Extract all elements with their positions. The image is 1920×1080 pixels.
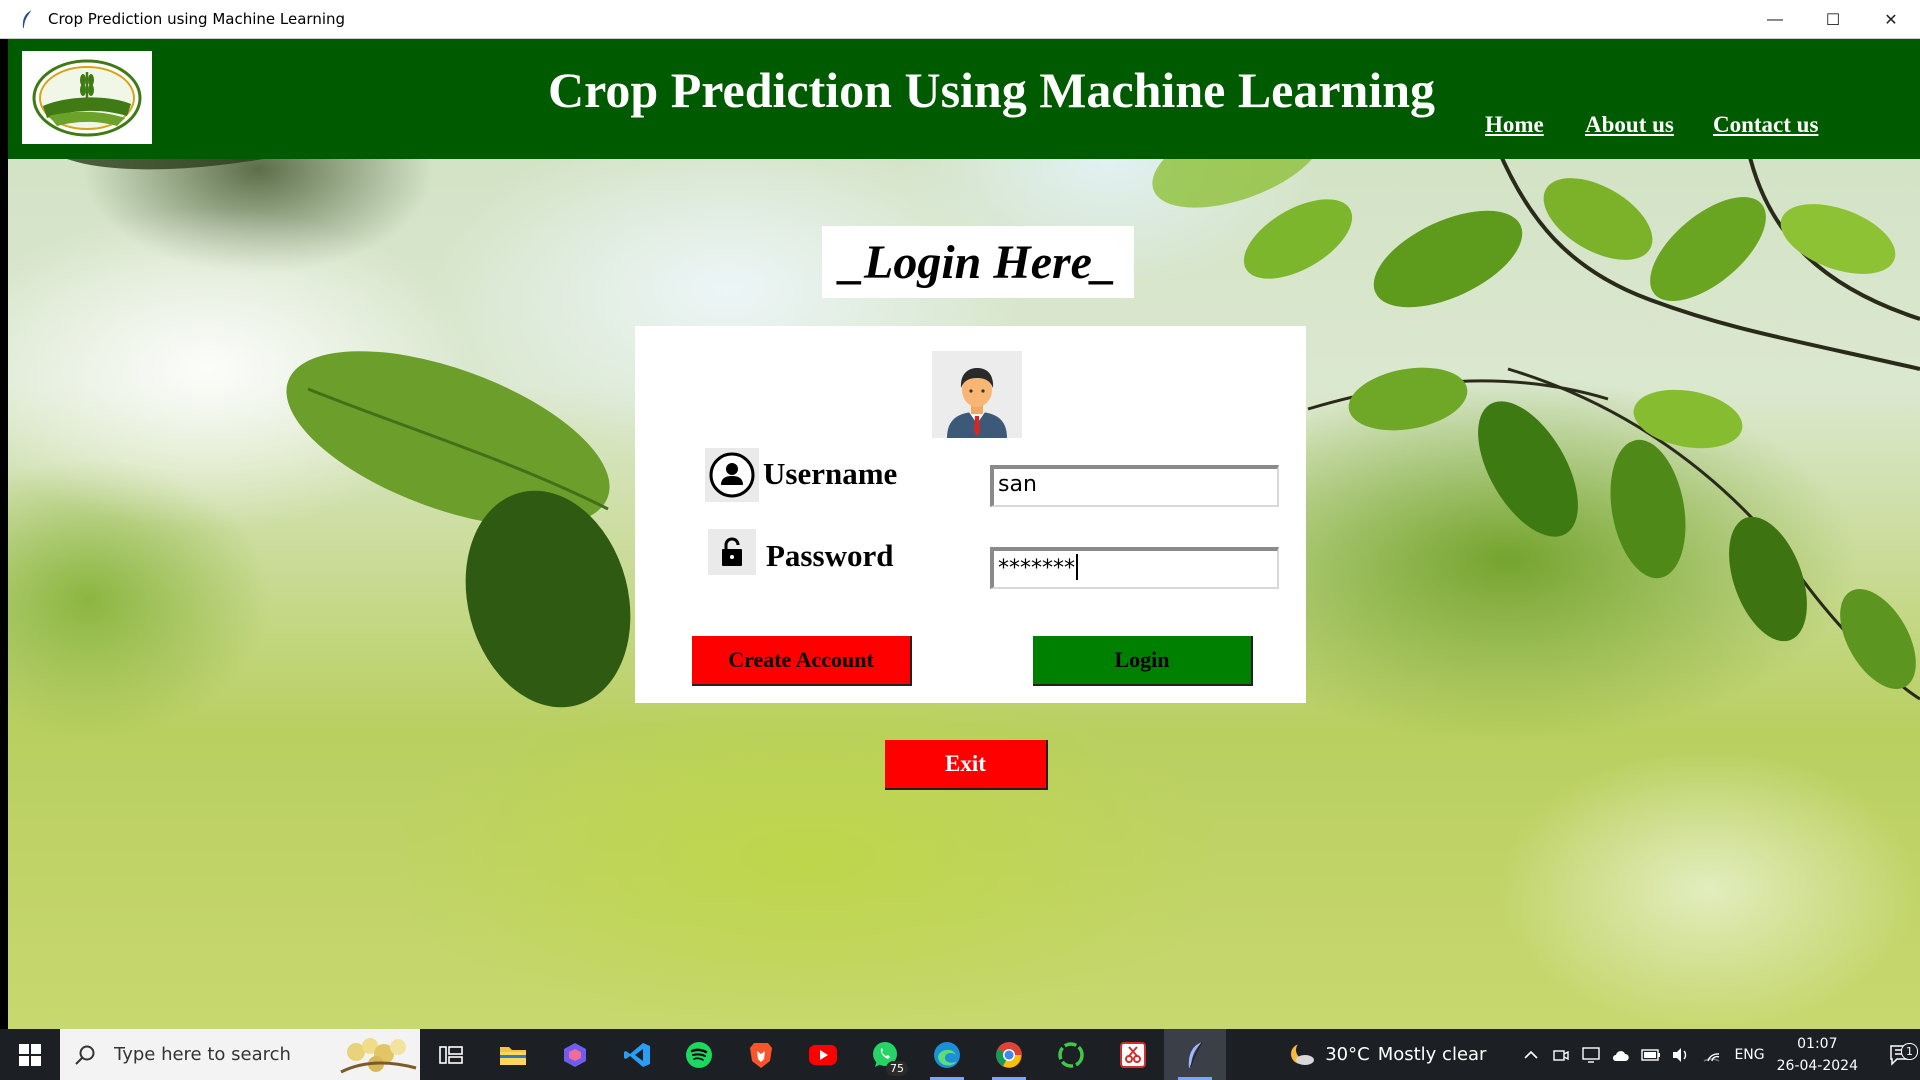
nav-contact-link[interactable]: Contact us bbox=[1713, 112, 1818, 138]
youtube-icon bbox=[809, 1044, 837, 1065]
password-value: ******* bbox=[998, 556, 1075, 581]
text-caret bbox=[1076, 554, 1078, 580]
task-view-button[interactable] bbox=[420, 1029, 482, 1080]
username-input[interactable]: san bbox=[990, 465, 1279, 507]
app-window: Crop Prediction Using Machine Learning H… bbox=[8, 39, 1920, 1029]
brave-button[interactable] bbox=[730, 1029, 792, 1080]
snipping-tool-icon bbox=[1120, 1041, 1146, 1068]
username-label: Username bbox=[763, 456, 898, 491]
password-input[interactable]: ******* bbox=[990, 547, 1279, 589]
app-header: Crop Prediction Using Machine Learning H… bbox=[8, 39, 1920, 159]
close-button[interactable]: ✕ bbox=[1862, 0, 1920, 39]
user-avatar-icon bbox=[932, 351, 1022, 438]
create-account-button[interactable]: Create Account bbox=[692, 636, 912, 686]
search-highlight-icon bbox=[340, 1038, 417, 1074]
maximize-button[interactable]: ☐ bbox=[1804, 0, 1862, 39]
user-circle-icon bbox=[705, 448, 759, 502]
notification-center-button[interactable]: 1 bbox=[1880, 1042, 1920, 1066]
clock-time: 01:07 bbox=[1797, 1035, 1838, 1052]
snipping-tool-button[interactable] bbox=[1102, 1029, 1164, 1080]
clock-date: 26-04-2024 bbox=[1776, 1057, 1858, 1074]
search-icon bbox=[75, 1045, 95, 1065]
vscode-button[interactable] bbox=[606, 1029, 668, 1080]
weather-temp: 30°C bbox=[1325, 1044, 1370, 1065]
windows-icon bbox=[19, 1043, 41, 1066]
spotify-icon bbox=[686, 1041, 712, 1068]
copilot-icon bbox=[564, 1042, 586, 1067]
edge-icon bbox=[934, 1041, 960, 1068]
chrome-button[interactable] bbox=[978, 1029, 1040, 1080]
window-title: Crop Prediction using Machine Learning bbox=[48, 10, 346, 28]
cloud-icon[interactable] bbox=[1606, 1029, 1636, 1080]
moon-weather-icon bbox=[1291, 1040, 1315, 1065]
feather-icon bbox=[20, 9, 40, 29]
login-button[interactable]: Login bbox=[1033, 636, 1253, 686]
ring-app-button[interactable] bbox=[1040, 1029, 1102, 1080]
camera-icon[interactable] bbox=[1546, 1029, 1576, 1080]
whatsapp-button[interactable]: 75 bbox=[854, 1029, 916, 1080]
wifi-icon[interactable] bbox=[1696, 1029, 1726, 1080]
task-view-icon bbox=[439, 1045, 463, 1064]
whatsapp-badge: 75 bbox=[886, 1061, 908, 1076]
volume-icon[interactable] bbox=[1666, 1029, 1696, 1080]
chrome-icon bbox=[996, 1041, 1022, 1068]
python-app-button[interactable] bbox=[1164, 1029, 1226, 1080]
battery-icon[interactable] bbox=[1636, 1029, 1666, 1080]
exit-button[interactable]: Exit bbox=[885, 740, 1048, 790]
farm-logo bbox=[22, 51, 152, 144]
minimize-button[interactable]: — bbox=[1746, 0, 1804, 39]
language-indicator[interactable]: ENG bbox=[1734, 1047, 1764, 1063]
taskbar-search-box[interactable]: Type here to search bbox=[60, 1029, 420, 1080]
edge-button[interactable] bbox=[916, 1029, 978, 1080]
monitor-icon[interactable] bbox=[1576, 1029, 1606, 1080]
window-title-bar: Crop Prediction using Machine Learning —… bbox=[0, 0, 1920, 39]
python-feather-icon bbox=[1188, 1041, 1203, 1068]
nav-home-link[interactable]: Home bbox=[1485, 112, 1544, 138]
file-explorer-button[interactable] bbox=[482, 1029, 544, 1080]
brave-icon bbox=[750, 1042, 772, 1068]
clock[interactable]: 01:07 26-04-2024 bbox=[1777, 1033, 1858, 1077]
weather-widget[interactable]: 30°C Mostly clear bbox=[1287, 1040, 1486, 1070]
start-button[interactable] bbox=[0, 1029, 60, 1080]
youtube-button[interactable] bbox=[792, 1029, 854, 1080]
system-tray: 30°C Mostly clear ENG 01:07 26-04-2024 1 bbox=[1287, 1029, 1920, 1080]
file-explorer-icon bbox=[500, 1046, 526, 1065]
nav-about-link[interactable]: About us bbox=[1585, 112, 1674, 138]
weather-condition: Mostly clear bbox=[1377, 1044, 1487, 1065]
password-label: Password bbox=[766, 538, 894, 573]
notification-badge: 1 bbox=[1901, 1042, 1918, 1060]
copilot-button[interactable] bbox=[544, 1029, 606, 1080]
login-heading: _Login Here_ bbox=[822, 226, 1134, 298]
login-card: Username Password san ******* Create Acc… bbox=[635, 326, 1306, 703]
search-placeholder: Type here to search bbox=[114, 1044, 291, 1065]
spotify-button[interactable] bbox=[668, 1029, 730, 1080]
lock-icon bbox=[708, 529, 756, 575]
chevron-up-icon[interactable] bbox=[1516, 1029, 1546, 1080]
app-ring-icon bbox=[1058, 1041, 1084, 1068]
taskbar: Type here to search 75 30°C Mostly clear… bbox=[0, 1029, 1920, 1080]
vscode-icon bbox=[624, 1042, 650, 1067]
app-title: Crop Prediction Using Machine Learning bbox=[548, 62, 1436, 118]
